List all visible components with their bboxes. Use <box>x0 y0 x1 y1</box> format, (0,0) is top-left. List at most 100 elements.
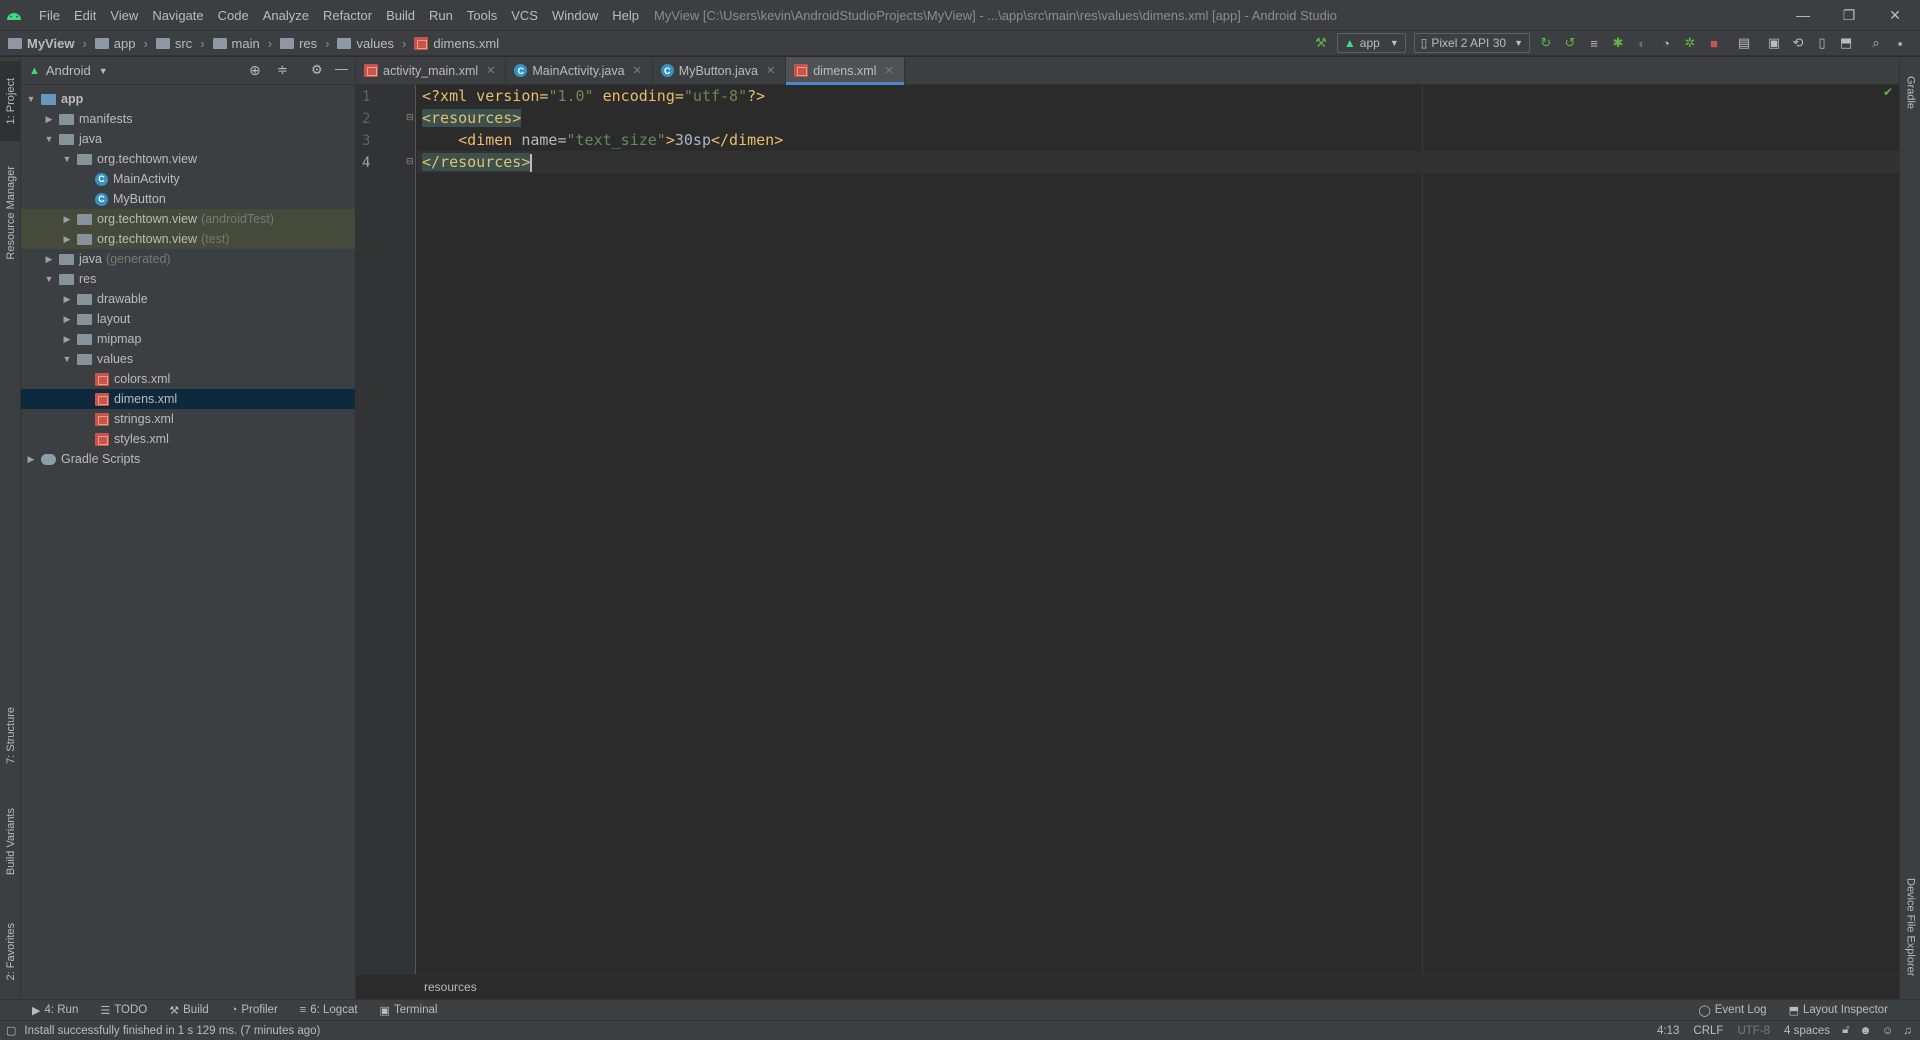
tab-logcat[interactable]: ≡ 6: Logcat <box>300 1004 358 1016</box>
tab-project[interactable]: 1: Project <box>0 61 21 141</box>
status-panel-icon[interactable]: ▢ <box>6 1024 16 1037</box>
indent-setting[interactable]: 4 spaces <box>1784 1025 1830 1037</box>
notifications-icon[interactable]: ♫ <box>1903 1025 1912 1037</box>
debug-icon[interactable]: ✱ <box>1610 35 1626 51</box>
expanded-arrow-icon[interactable]: ▼ <box>61 154 73 164</box>
tab-event-log[interactable]: ◯ Event Log <box>1698 1004 1766 1017</box>
tab-build[interactable]: ⚒ Build <box>169 1004 208 1017</box>
tab-terminal[interactable]: ▣ Terminal <box>380 1004 438 1017</box>
menu-refactor[interactable]: Refactor <box>316 8 379 23</box>
menu-run[interactable]: Run <box>422 8 460 23</box>
line-separator[interactable]: CRLF <box>1693 1025 1723 1037</box>
editor-tab[interactable]: C MainActivity.java ✕ <box>506 56 653 85</box>
coverage-icon[interactable]: ≡ <box>1586 35 1602 51</box>
lock-icon[interactable]: 🔓︎ <box>1842 1024 1849 1037</box>
profile-icon[interactable]: ◔ <box>1658 35 1674 51</box>
breadcrumb-item[interactable]: res › <box>280 36 329 51</box>
expanded-arrow-icon[interactable]: ▼ <box>43 134 55 144</box>
tab-gradle[interactable]: Gradle <box>1900 63 1920 123</box>
menu-help[interactable]: Help <box>605 8 646 23</box>
menu-tools[interactable]: Tools <box>460 8 504 23</box>
tree-item[interactable]: ▼ org.techtown.view <box>21 149 355 169</box>
menu-vcs[interactable]: VCS <box>504 8 545 23</box>
expanded-arrow-icon[interactable]: ▼ <box>43 274 55 284</box>
tree-item[interactable]: ▶ mipmap <box>21 329 355 349</box>
device-select[interactable]: ▯ Pixel 2 API 30 ▼ <box>1413 33 1530 53</box>
breadcrumb-item[interactable]: dimens.xml <box>414 36 499 51</box>
tree-item[interactable]: ▶ drawable <box>21 289 355 309</box>
chevron-down-icon[interactable]: ▼ <box>99 66 108 76</box>
layout-inspector-icon[interactable]: ⬒ <box>1838 35 1854 51</box>
sync-project-icon[interactable]: ▤ <box>1736 35 1752 51</box>
project-structure-icon[interactable]: ▣ <box>1766 35 1782 51</box>
breadcrumb-item[interactable]: resources <box>424 980 477 994</box>
inspection-icon[interactable]: ☻ <box>1860 1025 1872 1037</box>
expanded-arrow-icon[interactable]: ▼ <box>25 94 37 104</box>
tab-structure[interactable]: 7: Structure <box>0 697 21 773</box>
tab-resource-manager[interactable]: Resource Manager <box>0 153 21 273</box>
menu-view[interactable]: View <box>103 8 145 23</box>
status-message[interactable]: Install successfully finished in 1 s 129… <box>24 1025 320 1037</box>
breadcrumb-item[interactable]: app › <box>94 36 148 51</box>
tree-item[interactable]: ▶ Gradle Scripts <box>21 449 355 469</box>
tab-device-file-explorer[interactable]: Device File Explorer <box>1900 857 1920 997</box>
avd-manager-icon[interactable]: ⟲ <box>1790 35 1806 51</box>
tree-item[interactable]: ▶ java (generated) <box>21 249 355 269</box>
apply-changes-restart-icon[interactable]: ↻ <box>1538 35 1554 51</box>
collapsed-arrow-icon[interactable]: ▶ <box>61 234 73 245</box>
tree-item[interactable]: colors.xml <box>21 369 355 389</box>
stop-icon[interactable]: ■ <box>1706 35 1722 51</box>
breadcrumb-item[interactable]: MyView › <box>8 36 87 51</box>
hide-panel-icon[interactable]: — <box>335 61 348 76</box>
collapsed-arrow-icon[interactable]: ▶ <box>61 294 73 305</box>
fold-icon[interactable]: ⊟ <box>406 156 414 167</box>
tree-item[interactable]: ▼ values <box>21 349 355 369</box>
attach-debugger-icon[interactable]: ✲ <box>1682 35 1698 51</box>
tab-favorites[interactable]: 2: Favorites <box>0 907 21 997</box>
close-tab-icon[interactable]: ✕ <box>486 64 495 77</box>
tree-item[interactable]: ▼ res <box>21 269 355 289</box>
menu-build[interactable]: Build <box>379 8 422 23</box>
menu-window[interactable]: Window <box>545 8 605 23</box>
tree-item[interactable]: dimens.xml <box>21 389 355 409</box>
sdk-manager-icon[interactable]: ▯ <box>1814 35 1830 51</box>
breadcrumb-item[interactable]: main › <box>212 36 272 51</box>
collapsed-arrow-icon[interactable]: ▶ <box>61 334 73 345</box>
collapsed-arrow-icon[interactable]: ▶ <box>61 314 73 325</box>
apply-code-changes-icon[interactable]: ↺ <box>1562 35 1578 51</box>
tree-item[interactable]: styles.xml <box>21 429 355 449</box>
locate-file-icon[interactable]: ⊕ <box>249 62 261 79</box>
restore-button[interactable]: ❐ <box>1826 0 1872 30</box>
editor-tab[interactable]: dimens.xml ✕ <box>786 56 905 85</box>
collapsed-arrow-icon[interactable]: ▶ <box>61 214 73 225</box>
menu-file[interactable]: File <box>32 8 67 23</box>
tree-item[interactable]: strings.xml <box>21 409 355 429</box>
menu-analyze[interactable]: Analyze <box>256 8 316 23</box>
close-tab-icon[interactable]: ✕ <box>766 64 775 77</box>
menu-code[interactable]: Code <box>211 8 256 23</box>
collapse-all-icon[interactable]: ≑ <box>277 62 288 78</box>
close-tab-icon[interactable]: ✕ <box>884 64 893 77</box>
tree-item[interactable]: ▶ org.techtown.view (test) <box>21 229 355 249</box>
breadcrumb-item[interactable]: src › <box>155 36 205 51</box>
search-icon[interactable]: ⌕ <box>1868 35 1884 51</box>
tree-item[interactable]: C MyButton <box>21 189 355 209</box>
tree-item[interactable]: ▶ org.techtown.view (androidTest) <box>21 209 355 229</box>
gear-icon[interactable]: ⚙ <box>311 62 323 78</box>
menu-edit[interactable]: Edit <box>67 8 103 23</box>
project-view-select[interactable]: Android <box>46 63 91 78</box>
tab-run[interactable]: ▶ 4: Run <box>32 1004 78 1017</box>
code-editor[interactable]: 1 2 3 4 ⊟ ⊟ <?xml version="1.0" encoding… <box>356 85 1899 974</box>
collapsed-arrow-icon[interactable]: ▶ <box>25 454 37 465</box>
face-icon[interactable]: ☺ <box>1882 1025 1894 1037</box>
close-tab-icon[interactable]: ✕ <box>633 64 642 77</box>
close-window-button[interactable]: ✕ <box>1872 0 1918 30</box>
tree-item[interactable]: ▶ layout <box>21 309 355 329</box>
minimize-button[interactable]: — <box>1780 0 1826 30</box>
editor-tab[interactable]: C MyButton.java ✕ <box>653 56 787 85</box>
expanded-arrow-icon[interactable]: ▼ <box>61 354 73 364</box>
run-config-select[interactable]: ▲ app ▼ <box>1336 33 1406 53</box>
tree-item[interactable]: ▼ java <box>21 129 355 149</box>
editor-tab[interactable]: activity_main.xml ✕ <box>356 56 507 85</box>
tab-todo[interactable]: ☰ TODO <box>100 1004 147 1017</box>
